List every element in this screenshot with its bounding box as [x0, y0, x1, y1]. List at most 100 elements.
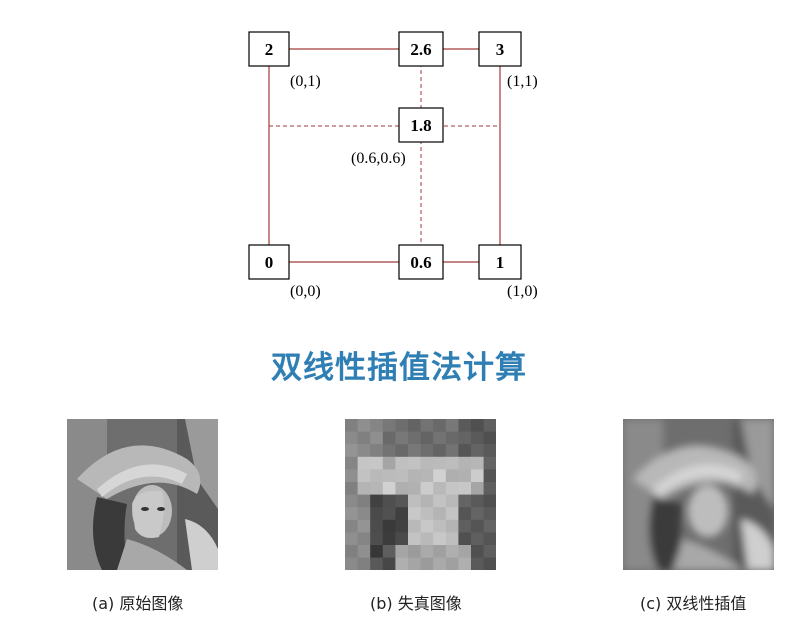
- pixel-block: [458, 557, 472, 570]
- pixel-block: [357, 482, 371, 496]
- pixel-block: [445, 469, 459, 483]
- pixel-block: [382, 494, 396, 508]
- pixel-block: [382, 519, 396, 533]
- pixel-block: [458, 469, 472, 483]
- pixel-block: [408, 456, 422, 470]
- svg-text:1.8: 1.8: [410, 116, 431, 135]
- pixel-block: [370, 507, 384, 521]
- pixel-block: [395, 545, 409, 559]
- pixel-block: [395, 519, 409, 533]
- pixel-block: [395, 431, 409, 445]
- pixel-block: [408, 557, 422, 570]
- pixel-block: [345, 444, 359, 458]
- pixel-block: [483, 519, 496, 533]
- caption-original: (a) 原始图像: [92, 594, 184, 613]
- coord-bottom-right: (1,0): [507, 283, 538, 300]
- pixel-block: [382, 419, 396, 433]
- pixel-block: [370, 469, 384, 483]
- pixel-block: [395, 456, 409, 470]
- pixel-block: [345, 456, 359, 470]
- pixel-block: [445, 494, 459, 508]
- pixel-block: [420, 482, 434, 496]
- pixel-block: [458, 532, 472, 546]
- pixel-block: [370, 419, 384, 433]
- pixel-block: [458, 519, 472, 533]
- pixel-block: [357, 494, 371, 508]
- pixel-block: [382, 532, 396, 546]
- node-top-left: 2: [248, 31, 290, 67]
- svg-text:2: 2: [265, 40, 274, 59]
- svg-text:0.6: 0.6: [410, 253, 431, 272]
- pixel-block: [471, 545, 485, 559]
- pixel-block: [357, 532, 371, 546]
- pixel-block: [408, 431, 422, 445]
- pixel-block: [382, 456, 396, 470]
- pixel-block: [408, 482, 422, 496]
- pixel-block: [382, 557, 396, 570]
- pixel-block: [483, 494, 496, 508]
- pixel-block: [483, 469, 496, 483]
- pixel-block: [471, 557, 485, 570]
- caption-bilinear: (c) 双线性插值: [640, 594, 747, 613]
- pixel-block: [420, 519, 434, 533]
- svg-text:2.6: 2.6: [410, 40, 431, 59]
- pixel-block: [345, 507, 359, 521]
- pixel-block: [445, 557, 459, 570]
- pixel-block: [483, 444, 496, 458]
- pixel-block: [345, 431, 359, 445]
- pixel-block: [345, 532, 359, 546]
- pixel-block: [471, 419, 485, 433]
- pixel-block: [345, 419, 359, 433]
- pixel-block: [433, 431, 447, 445]
- pixel-block: [370, 545, 384, 559]
- pixel-block: [357, 519, 371, 533]
- svg-text:3: 3: [496, 40, 505, 59]
- pixel-block: [433, 507, 447, 521]
- pixel-block: [483, 419, 496, 433]
- pixel-block: [458, 507, 472, 521]
- pixel-block: [408, 419, 422, 433]
- pixel-block: [420, 507, 434, 521]
- pixel-block: [433, 444, 447, 458]
- pixel-block: [408, 545, 422, 559]
- svg-text:0: 0: [265, 253, 274, 272]
- pixel-block: [483, 456, 496, 470]
- pixel-block: [445, 507, 459, 521]
- pixel-block: [471, 444, 485, 458]
- pixel-block: [433, 532, 447, 546]
- pixel-block: [357, 545, 371, 559]
- pixel-block: [420, 545, 434, 559]
- pixel-block: [395, 532, 409, 546]
- pixel-block: [370, 557, 384, 570]
- pixel-block: [395, 482, 409, 496]
- pixel-block: [445, 545, 459, 559]
- figure-original-image: [67, 419, 218, 570]
- pixel-block: [471, 519, 485, 533]
- pixel-block: [408, 494, 422, 508]
- pixel-block: [420, 431, 434, 445]
- figure-bilinear-image: [623, 419, 774, 570]
- pixel-block: [357, 469, 371, 483]
- pixel-block: [458, 545, 472, 559]
- coord-center: (0.6,0.6): [351, 150, 406, 167]
- pixel-block: [382, 482, 396, 496]
- pixel-block: [420, 494, 434, 508]
- pixel-block: [458, 456, 472, 470]
- pixel-block: [445, 431, 459, 445]
- pixel-block: [445, 419, 459, 433]
- pixel-block: [458, 419, 472, 433]
- caption-distorted: (b) 失真图像: [370, 594, 462, 613]
- pixel-block: [433, 519, 447, 533]
- node-top-right: 3: [478, 31, 522, 67]
- pixel-block: [370, 482, 384, 496]
- pixel-block: [483, 507, 496, 521]
- pixel-block: [433, 545, 447, 559]
- pixel-block: [345, 557, 359, 570]
- pixel-block: [357, 419, 371, 433]
- pixel-block: [420, 557, 434, 570]
- pixel-block: [370, 519, 384, 533]
- pixel-block: [408, 469, 422, 483]
- pixel-block: [458, 494, 472, 508]
- node-top-mid: 2.6: [398, 31, 444, 67]
- pixel-block: [345, 482, 359, 496]
